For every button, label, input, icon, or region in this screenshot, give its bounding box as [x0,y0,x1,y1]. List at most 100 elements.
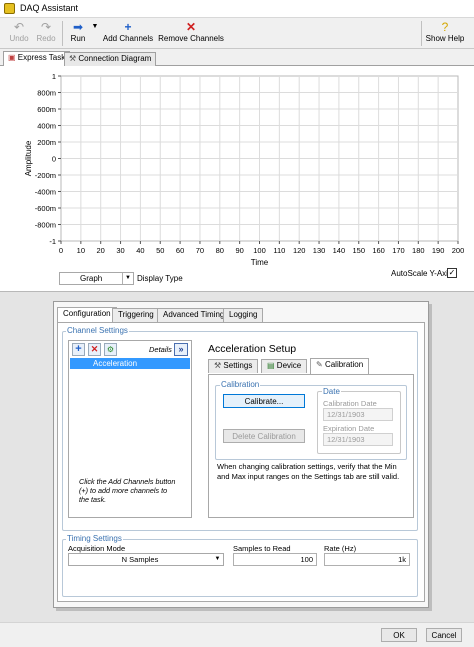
display-type-value: Graph [80,274,103,283]
main-tab-bar: ▣ Express Task ⚒ Connection Diagram [0,50,474,67]
list-item[interactable]: Acceleration [70,358,190,369]
checkmark-icon: ✓ [448,268,456,277]
tab-configuration-label: Configuration [63,309,111,318]
calibration-date-label: Calibration Date [323,399,377,408]
undo-label: Undo [9,34,29,43]
toolbar-separator [421,21,422,46]
configure-channel-button[interactable]: ⚙ [104,343,117,356]
y-tick-label: 0 [52,155,56,164]
chevron-down-icon: ▼ [91,23,99,30]
tab-calibration[interactable]: ✎ Calibration [310,358,370,374]
show-help-button[interactable]: ? Show Help [424,20,466,47]
tab-connection-diagram[interactable]: ⚒ Connection Diagram [64,52,157,66]
add-channel-button[interactable]: + [72,343,85,356]
samples-to-read-label: Samples to Read [233,544,291,553]
timing-settings-label: Timing Settings [66,534,123,543]
calibration-group-label: Calibration [220,380,261,389]
delete-calibration-label: Delete Calibration [232,432,296,441]
calibrate-button[interactable]: Calibrate... [223,394,305,408]
y-tick-label: -600m [35,204,56,213]
show-help-label: Show Help [425,34,465,43]
tab-triggering[interactable]: Triggering [112,308,160,322]
tab-express-task[interactable]: ▣ Express Task [3,51,71,67]
configuration-tab-page: Channel Settings + ✕ ⚙ Details » Acceler… [57,322,425,602]
x-tick-label: 190 [432,246,445,255]
y-tick-label: -1 [49,237,56,246]
tab-logging[interactable]: Logging [223,308,264,322]
ok-button[interactable]: OK [381,628,417,642]
tab-calibration-label: Calibration [324,360,364,369]
y-tick-label: 200m [37,138,56,147]
undo-icon: ↶ [13,20,25,34]
samples-to-read-field[interactable]: 100 [233,553,317,566]
acquisition-mode-select[interactable]: N Samples ▼ [68,553,224,566]
date-group-label: Date [322,387,341,396]
delete-calibration-button[interactable]: Delete Calibration [223,429,305,443]
y-axis-label: Amplitude [24,140,33,176]
autoscale-checkbox[interactable]: ✓ [447,268,457,278]
toolbar: ↶ Undo ↷ Redo ➡ Run ▼ + Add Channels ✕ R… [0,18,474,49]
autoscale-label: AutoScale Y-Axis [391,269,452,278]
tab-configuration[interactable]: Configuration [57,307,117,323]
tab-advanced-timing[interactable]: Advanced Timing [157,308,231,322]
ok-label: OK [393,631,405,640]
x-tick-label: 130 [313,246,326,255]
display-type-label: Display Type [137,274,183,283]
calibration-date-field[interactable]: 12/31/1903 [323,408,393,421]
x-tick-label: 180 [412,246,425,255]
double-chevron-right-icon: » [178,344,184,354]
y-tick-label: -800m [35,221,56,230]
configuration-panel: Configuration Triggering Advanced Timing… [53,301,429,608]
y-tick-label: 600m [37,105,56,114]
channel-name: Acceleration [93,359,138,368]
x-tick-label: 200 [452,246,465,255]
acquisition-mode-label: Acquisition Mode [68,544,126,553]
expiration-date-label: Expiration Date [323,424,375,433]
tab-settings-label: Settings [223,361,253,370]
x-tick-label: 160 [372,246,385,255]
cancel-button[interactable]: Cancel [426,628,462,642]
expiration-date-field[interactable]: 12/31/1903 [323,433,393,446]
tab-connection-diagram-label: Connection Diagram [78,54,152,63]
settings-icon: ⚒ [214,361,222,370]
display-type-select[interactable]: Graph ▼ [59,272,134,285]
calibration-icon: ✎ [316,360,323,369]
plus-icon: + [75,343,82,355]
calibration-note: When changing calibration settings, veri… [217,462,400,481]
x-tick-label: 90 [235,246,243,255]
run-arrow-icon: ➡ [72,20,84,34]
rate-field[interactable]: 1k [324,553,410,566]
rate-label: Rate (Hz) [324,544,357,553]
wrench-icon: ⚙ [106,345,115,354]
chevron-down-icon: ▼ [122,273,133,284]
chevron-down-icon: ▼ [214,556,221,562]
remove-channels-button[interactable]: ✕ Remove Channels [157,20,225,47]
details-toggle-button[interactable]: » [174,343,188,356]
y-tick-label: 1 [52,72,56,81]
tab-logging-label: Logging [229,310,258,319]
channel-settings-label: Channel Settings [66,326,129,335]
channel-list-panel: + ✕ ⚙ Details » Acceleration Click the A… [68,340,192,518]
undo-button[interactable]: ↶ Undo [6,20,32,47]
x-axis-label: Time [251,258,269,267]
run-dropdown-button[interactable]: ▼ [90,20,100,47]
details-label: Details [149,345,172,354]
plus-icon: + [124,20,132,34]
cancel-label: Cancel [431,631,457,640]
dialog-button-bar: OK Cancel [0,622,474,647]
redo-button[interactable]: ↷ Redo [33,20,59,47]
setup-title: Acceleration Setup [208,343,297,355]
x-icon: ✕ [90,344,99,354]
express-task-icon: ▣ [8,53,16,62]
add-channels-button[interactable]: + Add Channels [102,20,154,47]
amplitude-graph: 1 800m 600m 400m 200m 0 -200m -400m -600m -800m -1… [24,72,465,267]
y-tick-label: -200m [35,171,56,180]
tab-device[interactable]: ▤ Device [261,359,308,373]
tab-triggering-label: Triggering [118,310,154,319]
daq-assistant-icon [4,3,15,14]
toolbar-separator [62,21,63,46]
tab-settings[interactable]: ⚒ Settings [208,359,259,373]
x-tick-label: 100 [253,246,266,255]
run-button[interactable]: ➡ Run [66,20,90,47]
remove-channel-button[interactable]: ✕ [88,343,101,356]
